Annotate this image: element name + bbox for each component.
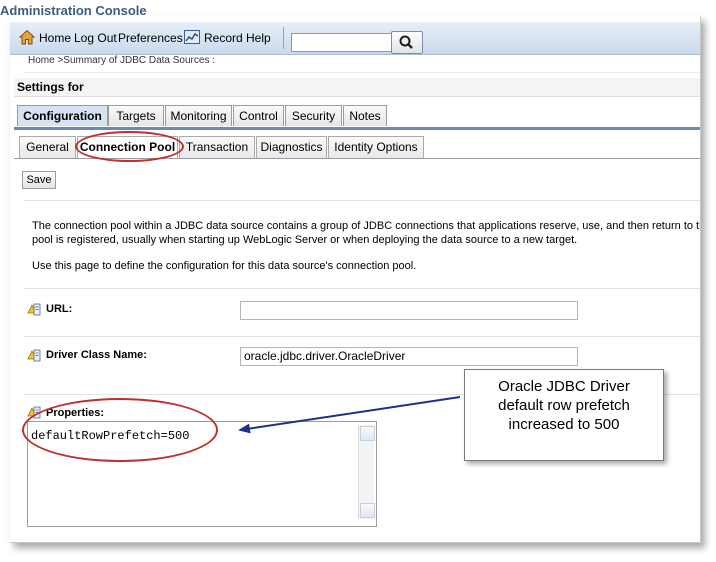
subtab-general[interactable]: General (19, 136, 76, 158)
tab-monitoring[interactable]: Monitoring (165, 105, 232, 126)
info-warning-icon (27, 406, 41, 419)
callout-text: Oracle JDBC Driver (498, 378, 630, 395)
search-input[interactable] (291, 33, 393, 52)
annotation-callout: Oracle JDBC Driver default row prefetch … (464, 369, 664, 461)
tab-underline (14, 127, 700, 130)
tab-targets[interactable]: Targets (108, 105, 164, 126)
home-icon[interactable] (19, 29, 35, 45)
toolbar: Home Log Out Preferences Record Help (10, 22, 700, 55)
url-label: URL: (46, 303, 73, 315)
description-line: pool is registered, usually when startin… (32, 234, 578, 246)
description-line: Use this page to define the configuratio… (32, 260, 417, 272)
divider (24, 336, 700, 337)
breadcrumb[interactable]: Home >Summary of JDBC Data Sources : (28, 55, 215, 66)
subtab-connection-pool[interactable]: Connection Pool (77, 136, 178, 158)
settings-header: Settings for (14, 78, 700, 97)
info-warning-icon (27, 349, 41, 362)
properties-label: Properties: (46, 407, 105, 419)
save-button[interactable]: Save (22, 171, 56, 189)
info-warning-icon (27, 303, 41, 316)
driver-class-name-label: Driver Class Name: (46, 349, 147, 361)
search-icon (399, 35, 413, 49)
properties-textarea[interactable]: defaultRowPrefetch=500 (27, 421, 377, 527)
callout-text: increased to 500 (508, 416, 620, 433)
driver-class-name-field[interactable] (240, 347, 578, 366)
properties-value: defaultRowPrefetch=500 (31, 429, 190, 443)
divider (24, 288, 700, 289)
divider (24, 72, 700, 73)
tab-configuration[interactable]: Configuration (17, 105, 108, 126)
preferences-link[interactable]: Preferences (118, 31, 183, 45)
description-line: The connection pool within a JDBC data s… (32, 220, 701, 232)
record-icon[interactable] (184, 29, 200, 45)
subtab-underline (14, 158, 700, 159)
settings-title: Settings for (17, 80, 84, 94)
search-button[interactable] (391, 31, 423, 54)
textarea-scrollbar[interactable] (358, 425, 375, 519)
tab-security[interactable]: Security (285, 105, 342, 126)
tab-control[interactable]: Control (233, 105, 284, 126)
tab-notes[interactable]: Notes (343, 105, 387, 126)
toolbar-divider (283, 27, 284, 49)
subtab-transaction[interactable]: Transaction (179, 136, 255, 158)
divider (24, 200, 700, 201)
url-field[interactable] (240, 301, 578, 320)
console-window: Home Log Out Preferences Record Help Hom… (10, 16, 701, 543)
scroll-down-button[interactable] (360, 503, 375, 518)
home-link[interactable]: Home (39, 31, 71, 45)
callout-text: default row prefetch (498, 397, 630, 414)
subtab-diagnostics[interactable]: Diagnostics (256, 136, 327, 158)
subtab-identity-options[interactable]: Identity Options (328, 136, 424, 158)
logout-link[interactable]: Log Out (74, 31, 117, 45)
record-link[interactable]: Record (204, 31, 243, 45)
help-link[interactable]: Help (246, 31, 271, 45)
scroll-up-button[interactable] (360, 426, 375, 441)
